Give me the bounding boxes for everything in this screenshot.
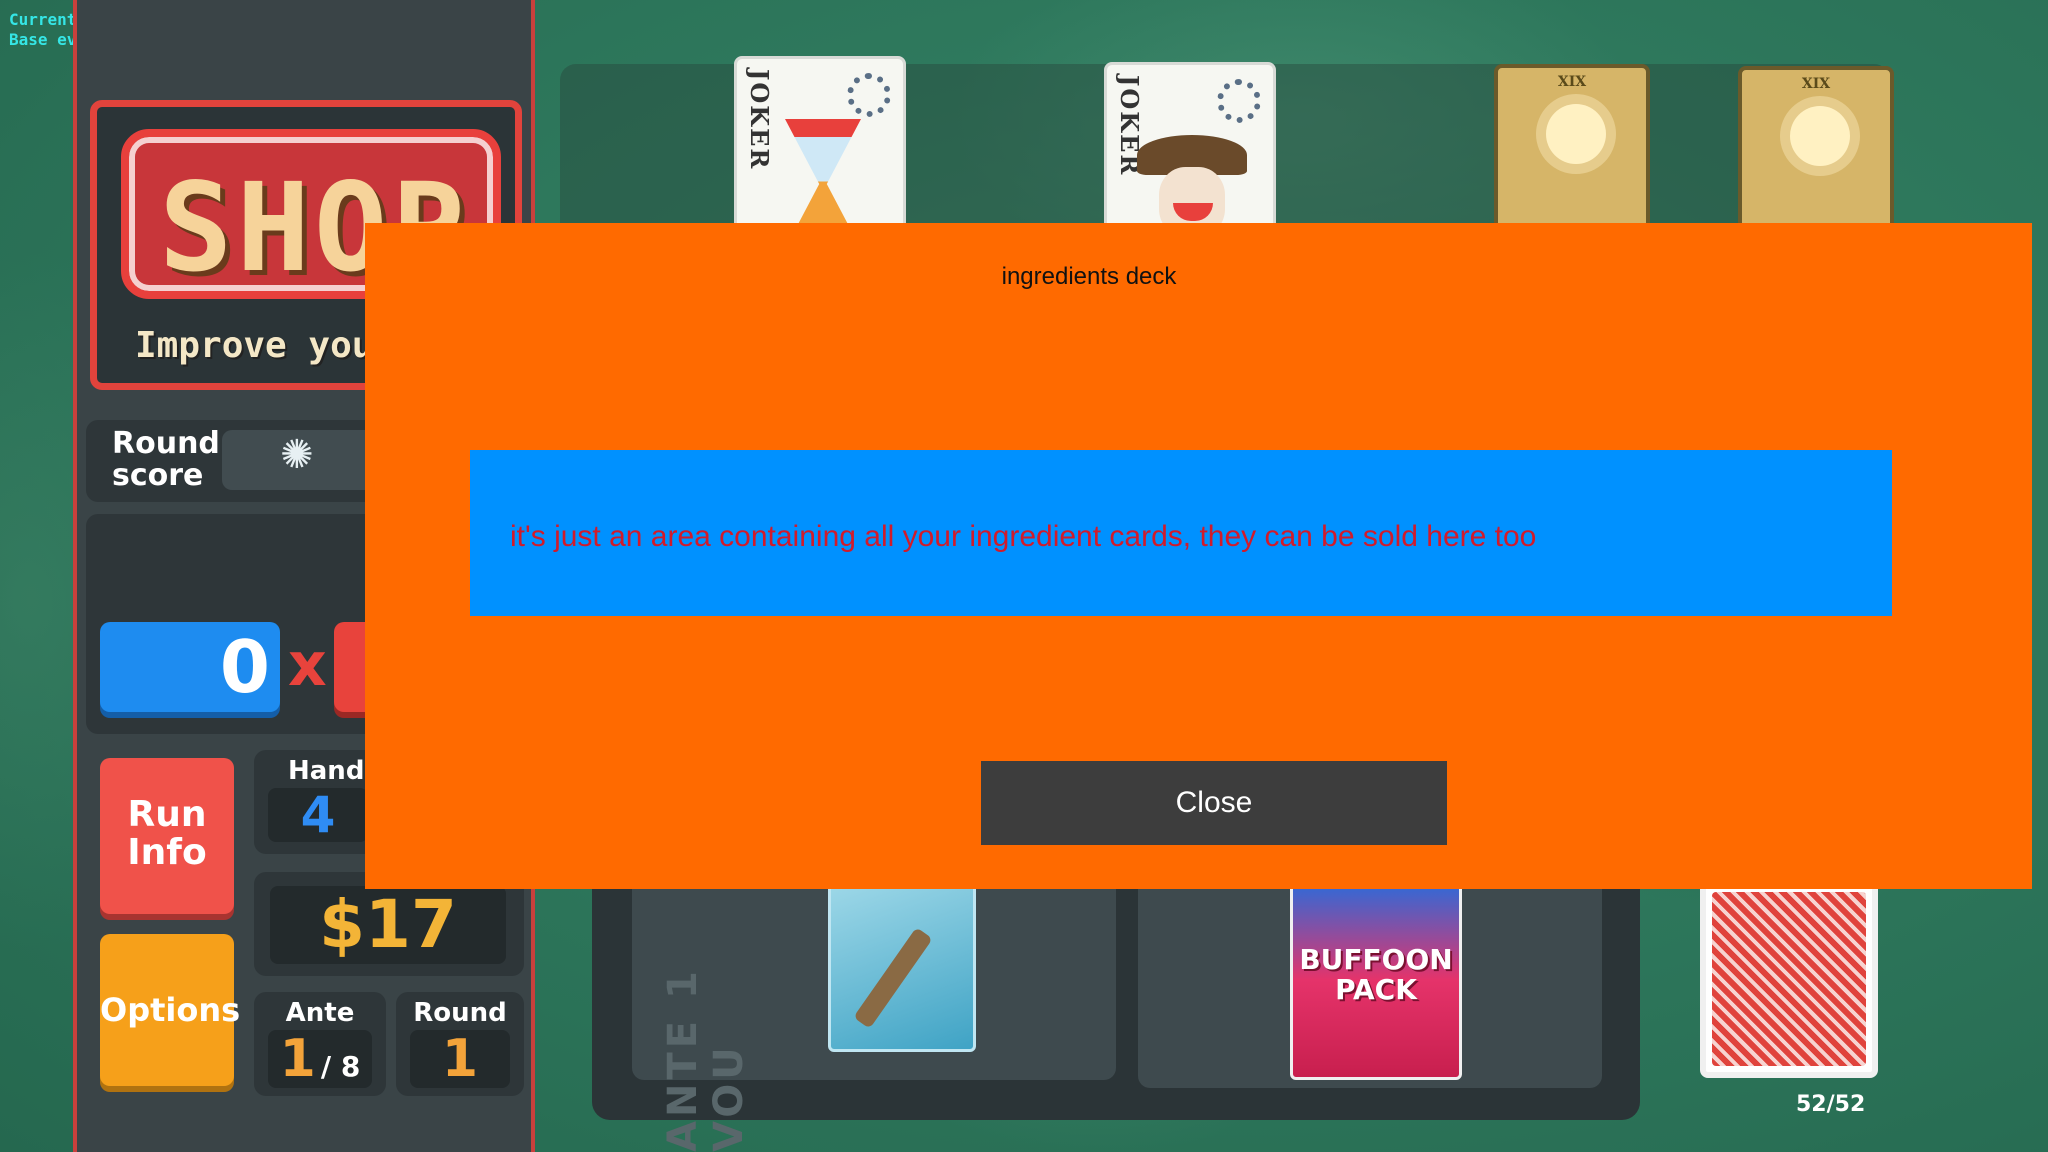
- modal-title: ingredients deck: [1001, 263, 1177, 290]
- round-value: 1: [441, 1029, 479, 1089]
- hands-value: 4: [268, 788, 368, 842]
- round-label: Round: [413, 998, 507, 1028]
- tooltip-modal: ingredients deck it's just an area conta…: [365, 223, 2032, 889]
- chips-value: 0: [100, 622, 280, 712]
- ante-value: 1: [279, 1029, 316, 1089]
- chip-icon: [847, 73, 891, 117]
- buffoon-pack[interactable]: BUFFOON PACK: [1290, 880, 1462, 1080]
- round-value-box: 1: [410, 1030, 510, 1088]
- deck-pile[interactable]: [1700, 880, 1878, 1078]
- round-panel: Round 1: [396, 992, 524, 1096]
- modal-body: it's just an area containing all your in…: [470, 450, 1892, 616]
- ante-panel: Ante 1 / 8: [254, 992, 386, 1096]
- money-value: $17: [270, 886, 506, 964]
- shop-subtitle: Improve you: [135, 325, 374, 366]
- options-button[interactable]: Options: [100, 934, 240, 1086]
- ante-total: / 8: [320, 1050, 361, 1083]
- joker-card-hourglass[interactable]: JOKER: [734, 56, 906, 249]
- run-info-button[interactable]: Run Info: [100, 758, 234, 914]
- close-button[interactable]: Close: [981, 761, 1447, 845]
- times-symbol: x: [288, 630, 327, 700]
- wand-icon: [853, 927, 933, 1029]
- sun-tarot-icon: [1546, 104, 1606, 164]
- deck-count: 52/52: [1796, 1092, 1866, 1117]
- tarot-numeral: XIX: [1557, 74, 1587, 90]
- joker-label: JOKER: [745, 69, 774, 171]
- ante-value-box: 1 / 8: [268, 1030, 372, 1088]
- tarot-numeral: XIX: [1801, 76, 1831, 92]
- voucher-card[interactable]: [828, 880, 976, 1052]
- voucher-slot-label: ANTE 1 VOU: [660, 967, 752, 1152]
- modal-body-text: it's just an area containing all your in…: [510, 520, 1537, 553]
- sun-tarot-icon: [1790, 106, 1850, 166]
- chip-icon: ✺: [280, 432, 314, 478]
- deck-back-pattern: [1712, 892, 1866, 1066]
- ante-label: Ante: [285, 998, 355, 1028]
- buffoon-pack-label: BUFFOON PACK: [1299, 943, 1453, 1006]
- round-score-label: Round score: [112, 426, 220, 493]
- chip-icon: [1217, 79, 1261, 123]
